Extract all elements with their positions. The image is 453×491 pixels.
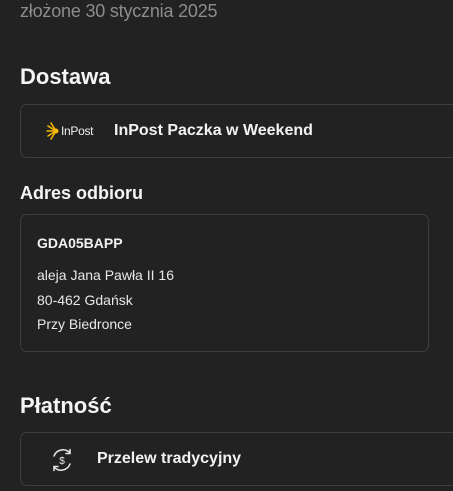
money-transfer-icon: $ [53,448,71,472]
payment-method-card[interactable]: $ Przelew tradycyjny [20,432,453,486]
pickup-city: 80-462 Gdańsk [37,292,133,308]
delivery-method-label: InPost Paczka w Weekend [114,122,313,139]
delivery-method-card[interactable]: InPost InPost Paczka w Weekend [20,104,453,158]
inpost-logo-text: InPost [61,124,94,138]
payment-method-label: Przelew tradycyjny [97,450,242,467]
svg-text:$: $ [59,456,65,467]
pickup-street: aleja Jana Pawła II 16 [37,267,174,283]
pickup-note: Przy Biedronce [37,316,132,332]
pickup-heading: Adres odbioru [20,183,144,203]
order-date: złożone 30 stycznia 2025 [20,1,218,21]
delivery-heading: Dostawa [20,64,111,89]
payment-heading: Płatność [20,393,112,418]
pickup-address-card: GDA05BAPP aleja Jana Pawła II 16 80-462 … [20,214,429,352]
pickup-point-code: GDA05BAPP [37,235,123,251]
inpost-sun-icon [46,122,59,140]
inpost-logo: InPost [45,119,97,143]
